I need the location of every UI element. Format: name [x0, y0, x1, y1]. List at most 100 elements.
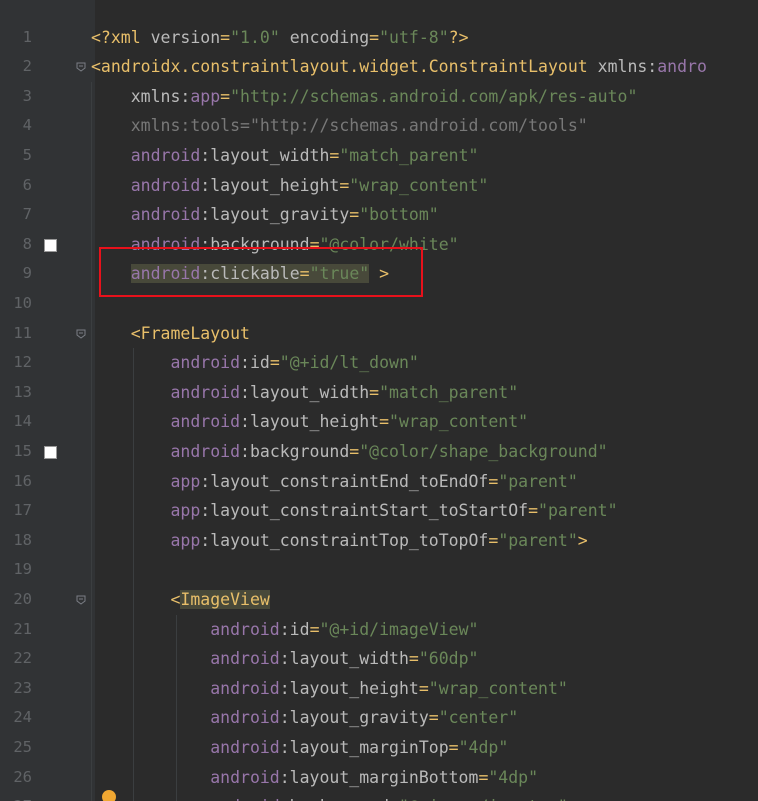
line-number: 6 — [22, 175, 32, 194]
line-number: 8 — [22, 234, 32, 253]
code-token: app — [91, 471, 201, 491]
code-line[interactable]: 12 android:id="@+id/lt_down" — [0, 348, 758, 378]
code-text[interactable]: android:layout_height="wrap_content" — [91, 171, 489, 201]
code-text[interactable]: android:layout_width="match_parent" — [91, 378, 518, 408]
code-token: = — [379, 412, 390, 432]
line-number: 14 — [13, 412, 32, 431]
line-number: 3 — [22, 86, 32, 105]
code-text[interactable]: xmlns:app="http://schemas.android.com/ap… — [91, 82, 638, 112]
code-line[interactable]: 1 <?xml version="1.0" encoding="utf-8"?> — [0, 23, 758, 53]
code-text[interactable]: android:layout_height="wrap_content" — [91, 407, 528, 437]
fold-marker-icon[interactable] — [75, 594, 87, 606]
line-number: 22 — [13, 649, 32, 668]
code-token: android — [91, 649, 280, 669]
color-swatch-icon[interactable] — [44, 238, 57, 252]
code-token: :layout_marginTop — [279, 737, 449, 757]
code-token: xmlns:tools="http://schemas.android.com/… — [91, 116, 588, 136]
code-text[interactable]: android:layout_width="match_parent" — [91, 141, 479, 171]
code-token: :layout_width — [240, 382, 370, 402]
fold-marker-icon[interactable] — [75, 328, 87, 340]
code-line[interactable]: 16 app:layout_constraintEnd_toEndOf="par… — [0, 467, 758, 497]
code-line[interactable]: 21 android:id="@+id/imageView" — [0, 615, 758, 645]
code-text[interactable]: android:layout_height="wrap_content" — [91, 674, 568, 704]
code-line[interactable]: 20 <ImageView — [0, 585, 758, 615]
intention-bulb-icon[interactable] — [102, 790, 116, 801]
code-token: "4dp" — [458, 737, 509, 757]
editor-top-strip — [0, 0, 758, 22]
code-line[interactable]: 18 app:layout_constraintTop_toTopOf="par… — [0, 526, 758, 556]
code-line[interactable]: 3 xmlns:app="http://schemas.android.com/… — [0, 82, 758, 112]
code-token: ImageView — [180, 589, 270, 609]
code-line[interactable]: 5 android:layout_width="match_parent" — [0, 141, 758, 171]
code-line[interactable]: 23 android:layout_height="wrap_content" — [0, 674, 758, 704]
code-text[interactable]: android:id="@+id/imageView" — [91, 615, 478, 645]
code-text[interactable]: android:layout_gravity="center" — [91, 703, 518, 733]
code-text[interactable]: android:layout_gravity="bottom" — [91, 200, 439, 230]
code-text[interactable]: app:layout_constraintTop_toTopOf="parent… — [91, 526, 587, 556]
line-number: 2 — [22, 57, 32, 76]
code-text[interactable]: android:background="@color/shape_backgro… — [91, 437, 608, 467]
code-text[interactable]: android:layout_marginBottom="4dp" — [91, 763, 538, 793]
code-token: = — [369, 27, 380, 47]
line-number: 5 — [22, 145, 32, 164]
code-token: "center" — [438, 708, 519, 728]
code-line[interactable]: 24 android:layout_gravity="center" — [0, 703, 758, 733]
code-token: "parent" — [538, 501, 618, 521]
code-text[interactable]: android:id="@+id/lt_down" — [91, 348, 418, 378]
code-token: android — [91, 205, 201, 225]
code-token: ?> — [448, 27, 469, 47]
fold-marker-icon[interactable] — [75, 61, 87, 73]
code-text[interactable]: android:layout_marginTop="4dp" — [91, 733, 508, 763]
code-line[interactable]: 14 android:layout_height="wrap_content" — [0, 407, 758, 437]
code-token: "bottom" — [359, 205, 439, 225]
code-token: "wrap_content" — [389, 412, 529, 432]
code-token: encoding — [279, 27, 370, 47]
code-line[interactable]: 25 android:layout_marginTop="4dp" — [0, 733, 758, 763]
code-line[interactable]: 15 android:background="@color/shape_back… — [0, 437, 758, 467]
code-line[interactable]: 22 android:layout_width="60dp" — [0, 644, 758, 674]
code-text[interactable]: <androidx.constraintlayout.widget.Constr… — [91, 52, 707, 82]
code-token: = — [408, 649, 419, 669]
code-line[interactable]: 4 xmlns:tools="http://schemas.android.co… — [0, 111, 758, 141]
code-token: "@mipmap/ic_stop" — [399, 797, 568, 801]
code-text[interactable]: <FrameLayout — [91, 319, 250, 349]
code-token: "http://schemas.android.com/apk/res-auto… — [230, 86, 638, 106]
code-line[interactable]: 13 android:layout_width="match_parent" — [0, 378, 758, 408]
code-text[interactable]: android:background="@mipmap/ic_stop" — [91, 792, 568, 801]
code-line[interactable]: 6 android:layout_height="wrap_content" — [0, 171, 758, 201]
code-token: andro — [657, 57, 707, 77]
code-token: = — [349, 205, 360, 225]
color-swatch-icon[interactable] — [44, 445, 57, 459]
code-text[interactable]: app:layout_constraintStart_toStartOf="pa… — [91, 496, 618, 526]
code-text[interactable]: <?xml version="1.0" encoding="utf-8"?> — [91, 23, 469, 53]
code-text[interactable]: xmlns:tools="http://schemas.android.com/… — [91, 111, 588, 141]
code-token: app — [190, 86, 221, 106]
code-token: android — [91, 412, 241, 432]
code-token: = — [448, 737, 459, 757]
code-token: android — [91, 175, 201, 195]
code-line[interactable]: 2 <androidx.constraintlayout.widget.Const… — [0, 52, 758, 82]
code-token: android — [91, 797, 280, 801]
code-token: = — [269, 353, 280, 373]
code-token: :id — [279, 619, 310, 639]
code-token: app — [91, 501, 201, 521]
code-text[interactable]: <ImageView — [91, 585, 270, 615]
code-token: :layout_marginBottom — [279, 767, 479, 787]
code-editor[interactable]: 1 <?xml version="1.0" encoding="utf-8"?> 2… — [0, 0, 758, 801]
code-line[interactable]: 17 app:layout_constraintStart_toStartOf=… — [0, 496, 758, 526]
line-number: 24 — [13, 708, 32, 727]
code-token: = — [339, 175, 350, 195]
code-line[interactable]: 26 android:layout_marginBottom="4dp" — [0, 763, 758, 793]
code-token: <androidx.constraintlayout.widget.Constr… — [91, 57, 598, 77]
code-token: = — [309, 619, 320, 639]
code-token: = — [528, 501, 539, 521]
code-line[interactable]: 11 <FrameLayout — [0, 319, 758, 349]
code-line[interactable]: 19 — [0, 555, 758, 585]
code-line[interactable]: 7 android:layout_gravity="bottom" — [0, 200, 758, 230]
line-number: 15 — [13, 441, 32, 460]
code-token: <?xml — [91, 27, 151, 47]
code-text[interactable]: app:layout_constraintEnd_toEndOf="parent… — [91, 467, 578, 497]
code-token: "parent" — [498, 471, 578, 491]
code-text[interactable]: android:layout_width="60dp" — [91, 644, 478, 674]
code-token: "@color/shape_background" — [359, 441, 608, 461]
